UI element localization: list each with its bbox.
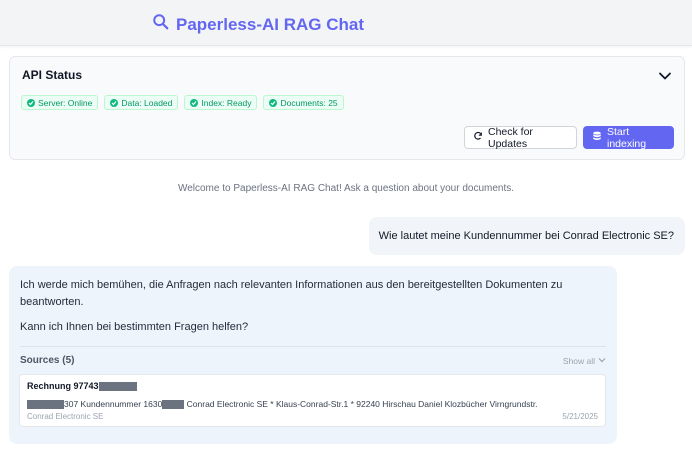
database-icon [592,131,602,144]
welcome-message: Welcome to Paperless-AI RAG Chat! Ask a … [177,183,515,194]
status-badge-label: Index: Ready [201,97,252,108]
source-title: Rechnung 97743 [27,381,137,391]
status-badge-label: Data: Loaded [121,97,173,108]
check-updates-label: Check for Updates [488,125,533,150]
source-card[interactable]: Rechnung 97743 307 Kundennummer 1630 Con… [19,374,606,427]
check-circle-icon [190,98,199,107]
check-circle-icon [110,98,119,107]
app-title-text: Paperless-AI RAG Chat [176,14,364,34]
check-circle-icon [27,98,35,107]
status-badge-label: Documents: 25 [280,97,338,108]
redaction-block [162,399,185,409]
redaction-block [98,381,137,391]
chevron-down-icon [598,356,606,366]
chevron-down-icon[interactable] [658,69,672,83]
status-badge-documents: Documents: 25 [263,95,344,110]
status-badges: Server: Online Data: Loaded Index: Ready… [21,95,344,110]
assistant-message-paragraph: Kann ich Ihnen bei bestimmten Fragen hel… [20,321,249,333]
divider [20,346,606,347]
refresh-icon [473,131,483,144]
api-status-title: API Status [22,68,83,82]
user-message-bubble: Wie lautet meine Kundennummer bei Conrad… [369,217,685,255]
status-badge-server: Server: Online [21,95,99,110]
source-title-text: Rechnung 97743 [27,381,99,391]
search-icon [152,13,170,36]
status-badge-label: Server: Online [38,97,93,108]
status-badge-index: Index: Ready [184,95,258,110]
source-snippet-text: 307 Kundennummer 1630 [64,399,163,409]
show-all-label: Show all [562,356,595,366]
check-circle-icon [269,98,278,107]
start-indexing-button[interactable]: Start indexing [583,125,674,150]
redaction-block [27,399,64,409]
source-date: 5/21/2025 [562,412,598,421]
app-title: Paperless-AI RAG Chat [152,13,364,36]
source-snippet: 307 Kundennummer 1630 Conrad Electronic … [27,399,538,409]
api-status-panel: API Status Server: Online Data: Loaded I… [9,56,685,160]
source-snippet-text: Conrad Electronic SE * Klaus-Conrad-Str.… [184,399,538,409]
assistant-message-paragraph: Ich werde mich bemühen, die Anfragen nac… [20,279,563,308]
assistant-message-bubble: Ich werde mich bemühen, die Anfragen nac… [9,266,617,444]
source-correspondent: Conrad Electronic SE [27,412,104,421]
status-badge-data: Data: Loaded [104,95,179,110]
user-message-text: Wie lautet meine Kundennummer bei Conrad… [378,230,674,242]
sources-title: Sources (5) [20,355,75,366]
start-indexing-label: Start indexing [607,125,647,150]
top-bar: Paperless-AI RAG Chat [0,0,692,46]
check-updates-button[interactable]: Check for Updates [464,125,577,150]
show-all-button[interactable]: Show all [563,356,606,366]
